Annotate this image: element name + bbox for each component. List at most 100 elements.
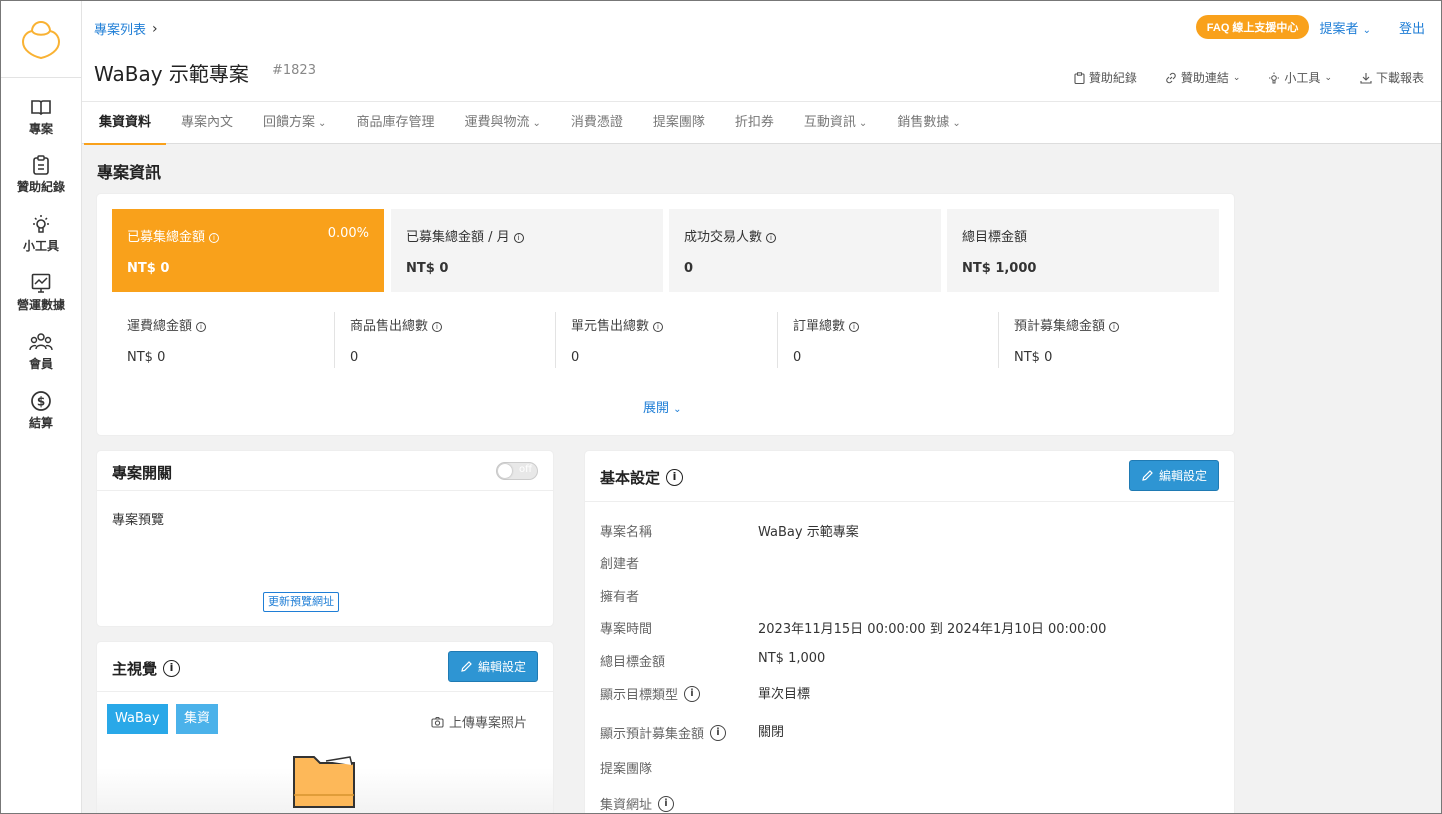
stat-value: 0 [684,261,694,276]
info-icon: i [1109,322,1120,332]
setting-value: 關閉 [758,725,785,740]
chevron-down-icon: ⌄ [858,118,868,129]
info-icon[interactable]: i [658,795,675,812]
tab-team[interactable]: 提案團隊 [638,102,720,144]
tab-label: 消費憑證 [570,115,623,130]
setting-value: NT$ 1,000 [758,651,826,666]
logout-link[interactable]: 登出 [1399,18,1425,37]
sidebar-item-settlement[interactable]: $ 結算 [1,388,81,444]
stat-value: NT$ 1,000 [962,261,1037,276]
sidebar-item-project[interactable]: 專案 [1,94,81,150]
svg-text:$: $ [37,395,45,409]
download-icon [1360,72,1372,84]
sidebar-item-tools[interactable]: 小工具 [1,211,81,267]
tag-crowdfunding: 集資 [176,704,219,734]
info-icon: i [432,322,443,332]
edit-visual-button[interactable]: 編輯設定 [447,651,538,682]
wabay-logo-icon [21,20,61,60]
proposer-label: 提案者 [1319,21,1359,37]
stat-label: 總目標金額 [962,230,1028,245]
tab-project-content[interactable]: 專案內文 [166,102,248,144]
setting-value: 2023年11月15日 00:00:00 到 2024年1月10日 00:00:… [758,622,1107,637]
tab-shipping[interactable]: 運費與物流 ⌄ [449,102,555,144]
project-toggle[interactable]: off [496,462,538,480]
stat-value: NT$ 0 [127,350,166,365]
setting-label: 總目標金額 [600,655,666,670]
proposer-menu[interactable]: 提案者 ⌄ [1319,18,1371,37]
card-header: 主視覺 i 編輯設定 [97,642,553,692]
tab-label: 專案內文 [181,115,234,130]
faq-button[interactable]: FAQ 線上支援中心 [1195,15,1310,39]
download-report-link[interactable]: 下載報表 [1360,69,1424,86]
sidebar-item-sponsor-records[interactable]: 贊助紀錄 [1,152,81,208]
sponsor-records-link[interactable]: 贊助紀錄 [1074,69,1137,86]
tab-sales-data[interactable]: 銷售數據 ⌄ [882,102,975,144]
tab-label: 商品庫存管理 [356,115,435,130]
update-preview-url-button[interactable]: 更新預覽網址 [263,592,339,612]
stat-orders-total: 訂單總數 i 0 [777,312,999,368]
tab-fundraising-data[interactable]: 集資資料 [84,102,167,145]
stat-percent: 0.00% [327,226,369,241]
tab-inventory[interactable]: 商品庫存管理 [341,102,449,144]
camera-icon [431,716,444,728]
card-title: 專案開關 [112,464,173,482]
stat-value: NT$ 0 [1014,350,1053,365]
link-icon [1166,72,1176,83]
tab-interactions[interactable]: 互動資訊 ⌄ [789,102,882,144]
tab-label: 集資資料 [99,115,152,130]
chevron-down-icon: ⌄ [952,118,961,129]
chevron-right-icon: › [152,20,158,37]
info-icon[interactable]: i [710,724,727,741]
edit-basic-settings-button[interactable]: 編輯設定 [1128,460,1219,491]
lightbulb-icon [1269,72,1280,83]
chevron-down-icon: ⌄ [1362,24,1371,36]
sidebar-item-label: 小工具 [22,239,59,253]
logo[interactable] [1,1,81,78]
sponsor-link-menu[interactable]: 贊助連結 ⌄ [1165,69,1240,86]
setting-label: 專案時間 [600,622,653,637]
tab-coupons[interactable]: 折扣券 [720,102,789,144]
users-icon [29,329,53,355]
breadcrumb-link[interactable]: 專案列表 [94,19,146,38]
sidebar: 專案 贊助紀錄 小工具 營運數據 會員 $ 結算 [1,1,82,813]
info-icon: i [196,322,207,332]
info-icon: i [513,233,524,243]
stat-label: 單元售出總數 i [571,315,664,334]
project-info-card: 已募集總金額 i 0.00% NT$ 0 已募集總金額 / 月i NT$ 0 成功… [97,194,1234,435]
stat-value: NT$ 0 [127,261,170,276]
tab-bar: 集資資料 專案內文 回饋方案 ⌄ 商品庫存管理 運費與物流 ⌄ 消費憑證 提案團隊 折扣券 互動資訊… [82,101,1441,145]
page-title: WaBay 示範專案 [94,62,249,86]
stat-successful-transactions: 成功交易人數 i 0 [669,209,941,292]
expand-label: 展開 [643,401,670,416]
sidebar-item-operations[interactable]: 營運數據 [1,270,81,326]
stat-target-amount: 總目標金額 NT$ 1,000 [947,209,1219,292]
sidebar-item-members[interactable]: 會員 [1,329,81,385]
toggle-knob [498,464,512,478]
tools-menu[interactable]: 小工具 ⌄ [1268,69,1332,86]
stat-label: 已募集總金額 i [127,226,220,245]
edit-label: 編輯設定 [1158,469,1207,483]
setting-label: 擁有者 [600,590,640,605]
header: 專案列表 › WaBay 示範專案 #1823 FAQ 線上支援中心 提案者 ⌄… [82,1,1441,145]
tab-reward-plans[interactable]: 回饋方案 ⌄ [248,102,341,144]
stat-value: 0 [350,350,359,365]
card-title: 基本設定 i [600,467,684,488]
info-icon[interactable]: i [666,469,684,486]
main-visual-card: 主視覺 i 編輯設定 WaBay 集資 上傳專案照片 [97,642,553,813]
setting-label: 專案名稱 [600,525,653,540]
expand-button[interactable]: 展開 ⌄ [643,397,682,416]
upload-photo-button[interactable]: 上傳專案照片 [431,712,527,731]
chevron-down-icon: ⌄ [1324,72,1332,83]
book-icon [30,94,52,120]
info-icon[interactable]: i [163,660,181,677]
stat-label: 預計募集總金額 i [1014,315,1120,334]
stat-value: 0 [571,350,580,365]
tab-receipts[interactable]: 消費憑證 [556,102,638,144]
folder-icon [293,756,355,808]
pencil-icon [461,661,472,672]
info-icon: i [209,233,220,243]
tab-label: 互動資訊 [803,115,856,130]
info-icon[interactable]: i [684,685,701,702]
clipboard-icon [32,152,50,178]
card-header: 專案開關 off [97,451,553,491]
